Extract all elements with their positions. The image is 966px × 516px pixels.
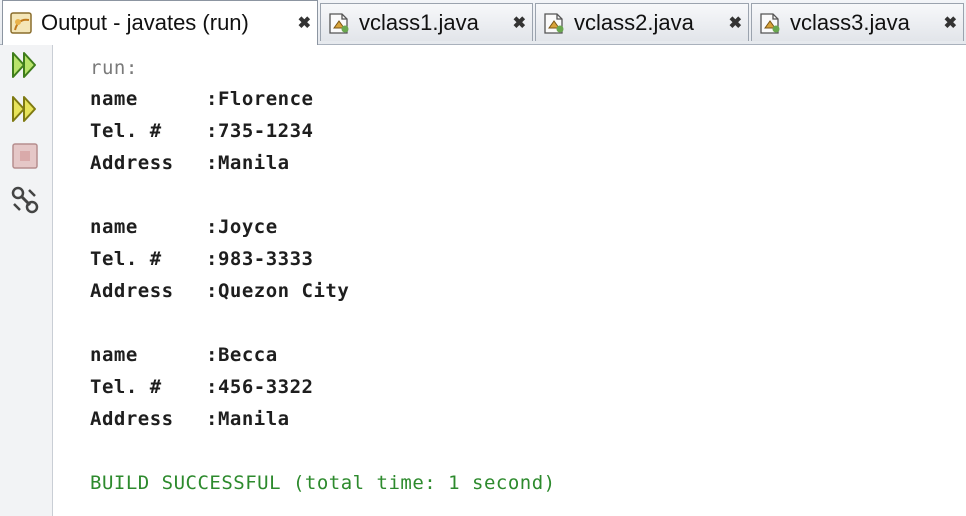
close-tab-icon[interactable]: ✖ bbox=[513, 13, 526, 33]
output-line: name :Florence bbox=[90, 88, 313, 110]
output-line: Address :Manila bbox=[90, 152, 290, 174]
tab-label: vclass2.java bbox=[574, 9, 694, 35]
output-line: Address :Manila bbox=[90, 408, 290, 430]
address-label: Address bbox=[90, 152, 174, 174]
address-value: :Quezon City bbox=[206, 280, 350, 302]
stop-icon bbox=[12, 143, 38, 169]
output-toolbar bbox=[0, 45, 53, 516]
tel-value: :456-3322 bbox=[206, 376, 314, 398]
output-line: name :Becca bbox=[90, 344, 278, 366]
tel-label: Tel. # bbox=[90, 120, 162, 142]
address-value: :Manila bbox=[206, 152, 290, 174]
rerun-button[interactable] bbox=[9, 49, 41, 81]
output-line: Address :Quezon City bbox=[90, 280, 349, 302]
tel-value: :735-1234 bbox=[206, 120, 314, 142]
tab-label: vclass1.java bbox=[359, 9, 479, 35]
tel-value: :983-3333 bbox=[206, 248, 314, 270]
close-tab-icon[interactable]: ✖ bbox=[729, 13, 742, 33]
output-line: Tel. # :456-3322 bbox=[90, 376, 313, 398]
rerun-with-args-button[interactable] bbox=[9, 93, 41, 125]
address-label: Address bbox=[90, 408, 174, 430]
tab-vclass3[interactable]: vclass3.java ✖ bbox=[751, 3, 964, 41]
settings-icon bbox=[11, 186, 39, 214]
tab-label: Output - javates (run) bbox=[41, 10, 249, 35]
name-value: :Florence bbox=[206, 88, 314, 110]
tab-vclass1[interactable]: vclass1.java ✖ bbox=[320, 3, 533, 41]
name-label: name bbox=[90, 88, 138, 110]
output-line: name :Joyce bbox=[90, 216, 278, 238]
output-icon bbox=[10, 12, 32, 34]
stop-button[interactable] bbox=[9, 140, 41, 172]
address-label: Address bbox=[90, 280, 174, 302]
output-console[interactable]: run: name :Florence Tel. # :735-1234 Addre… bbox=[53, 45, 966, 516]
settings-button[interactable] bbox=[9, 184, 41, 216]
build-status: BUILD SUCCESSFUL (total time: 1 second) bbox=[90, 472, 556, 494]
tab-output-javates[interactable]: Output - javates (run) ✖ bbox=[2, 0, 318, 45]
close-tab-icon[interactable]: ✖ bbox=[298, 13, 311, 33]
tab-label: vclass3.java bbox=[790, 9, 910, 35]
java-file-icon bbox=[760, 12, 780, 34]
editor-tab-strip: Output - javates (run) ✖ vclass1.java ✖ … bbox=[0, 0, 966, 45]
tel-label: Tel. # bbox=[90, 248, 162, 270]
tab-vclass2[interactable]: vclass2.java ✖ bbox=[535, 3, 749, 41]
rerun-icon bbox=[12, 52, 36, 78]
close-tab-icon[interactable]: ✖ bbox=[944, 13, 957, 33]
java-file-icon bbox=[544, 12, 564, 34]
java-file-icon bbox=[329, 12, 349, 34]
output-line: Tel. # :735-1234 bbox=[90, 120, 313, 142]
name-value: :Becca bbox=[206, 344, 278, 366]
output-line: Tel. # :983-3333 bbox=[90, 248, 313, 270]
address-value: :Manila bbox=[206, 408, 290, 430]
rerun-with-args-icon bbox=[12, 96, 36, 122]
name-label: name bbox=[90, 344, 138, 366]
name-value: :Joyce bbox=[206, 216, 278, 238]
tel-label: Tel. # bbox=[90, 376, 162, 398]
run-label: run: bbox=[90, 57, 138, 79]
name-label: name bbox=[90, 216, 138, 238]
